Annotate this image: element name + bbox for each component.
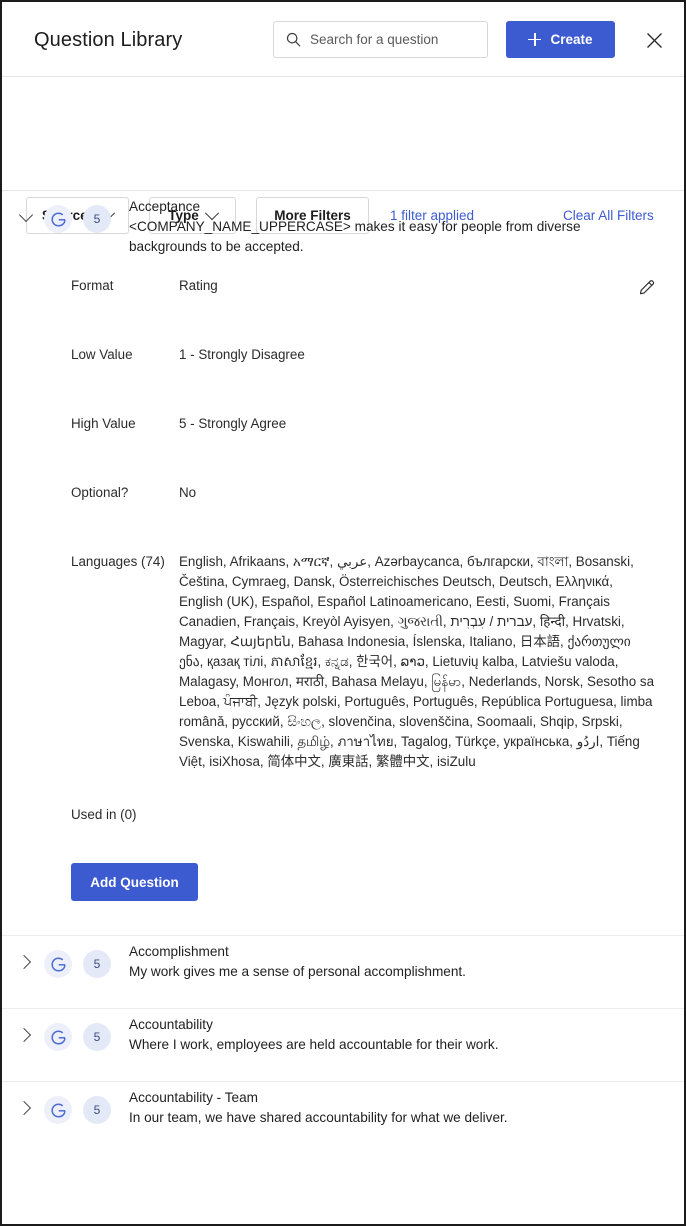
google-g-glyph <box>50 211 66 227</box>
detail-row: High Value 5 - Strongly Agree <box>71 414 684 434</box>
google-g-icon <box>44 1096 72 1124</box>
google-g-icon <box>44 1023 72 1051</box>
detail-value: 5 - Strongly Agree <box>179 416 287 431</box>
question-body: Where I work, employees are held account… <box>129 1037 499 1052</box>
google-g-icon <box>44 950 72 978</box>
close-icon <box>646 32 662 48</box>
question-library-dialog: Question Library Create Sources Type <box>0 0 686 1226</box>
question-title: Acceptance <box>129 199 201 214</box>
detail-row-languages: Languages (74) English, Afrikaans, አማርኛ,… <box>71 552 684 772</box>
question-text: Accountability Where I work, employees a… <box>129 1015 538 1055</box>
used-in-label: Used in (0) <box>71 807 137 822</box>
google-g-glyph <box>50 956 66 972</box>
collapse-toggle[interactable] <box>14 205 38 229</box>
question-details: Format Rating Low Value 1 - Strongly Dis… <box>2 257 684 935</box>
pencil-icon <box>639 279 654 294</box>
google-g-glyph <box>50 1029 66 1045</box>
google-g-icon <box>44 205 72 233</box>
dialog-header: Question Library Create <box>2 2 684 77</box>
search-icon <box>286 32 301 47</box>
chevron-right-icon <box>16 954 32 970</box>
expand-toggle[interactable] <box>14 1096 38 1120</box>
search-box[interactable] <box>273 21 488 58</box>
detail-label: Format <box>71 278 114 293</box>
detail-label: Optional? <box>71 485 129 500</box>
google-g-glyph <box>50 1102 66 1118</box>
detail-label: High Value <box>71 416 136 431</box>
question-header[interactable]: 5 Accountability - Team In our team, we … <box>2 1082 684 1128</box>
filter-bar: Sources Type More Filters 1 filter appli… <box>2 77 684 234</box>
languages-value: English, Afrikaans, አማርኛ, عربي, Azərbayc… <box>179 554 655 769</box>
question-body: My work gives me a sense of personal acc… <box>129 964 466 979</box>
scale-badge: 5 <box>83 1023 111 1051</box>
question-title: Accountability - Team <box>129 1090 258 1105</box>
detail-row: Low Value 1 - Strongly Disagree <box>71 345 684 365</box>
chevron-right-icon <box>16 1100 32 1116</box>
question-body: <COMPANY_NAME_UPPERCASE> makes it easy f… <box>129 219 581 254</box>
question-text: Accomplishment My work gives me a sense … <box>129 942 506 982</box>
question-title: Accomplishment <box>129 944 229 959</box>
plus-icon <box>528 33 542 46</box>
edit-question-button[interactable] <box>632 271 662 301</box>
question-header[interactable]: 5 Acceptance <COMPANY_NAME_UPPERCASE> ma… <box>2 191 684 257</box>
question-text: Acceptance <COMPANY_NAME_UPPERCASE> make… <box>129 197 684 257</box>
detail-row: Optional? No <box>71 483 684 503</box>
create-button[interactable]: Create <box>506 21 615 58</box>
question-text: Accountability - Team In our team, we ha… <box>129 1088 548 1128</box>
expand-toggle[interactable] <box>14 950 38 974</box>
detail-value: 1 - Strongly Disagree <box>179 347 305 362</box>
question-item-expanded: 5 Acceptance <COMPANY_NAME_UPPERCASE> ma… <box>2 191 684 935</box>
page-title: Question Library <box>34 29 183 51</box>
expand-toggle[interactable] <box>14 1023 38 1047</box>
question-item: 5 Accountability - Team In our team, we … <box>2 1081 684 1154</box>
scale-badge: 5 <box>83 1096 111 1124</box>
question-header[interactable]: 5 Accountability Where I work, employees… <box>2 1009 684 1055</box>
detail-value: Rating <box>179 278 218 293</box>
search-input[interactable] <box>310 32 470 47</box>
create-button-label: Create <box>550 32 593 47</box>
detail-row: Format Rating <box>71 276 684 296</box>
question-item: 5 Accountability Where I work, employees… <box>2 1008 684 1081</box>
add-question-button[interactable]: Add Question <box>71 863 198 901</box>
detail-label: Low Value <box>71 347 133 362</box>
question-title: Accountability <box>129 1017 213 1032</box>
detail-value: No <box>179 485 197 500</box>
chevron-right-icon <box>16 1027 32 1043</box>
languages-label: Languages (74) <box>71 554 165 569</box>
scale-badge: 5 <box>83 950 111 978</box>
question-body: In our team, we have shared accountabili… <box>129 1110 508 1125</box>
scale-badge: 5 <box>83 205 111 233</box>
question-item: 5 Accomplishment My work gives me a sens… <box>2 935 684 1008</box>
question-header[interactable]: 5 Accomplishment My work gives me a sens… <box>2 936 684 982</box>
chevron-down-icon <box>18 207 34 223</box>
close-button[interactable] <box>638 24 670 56</box>
